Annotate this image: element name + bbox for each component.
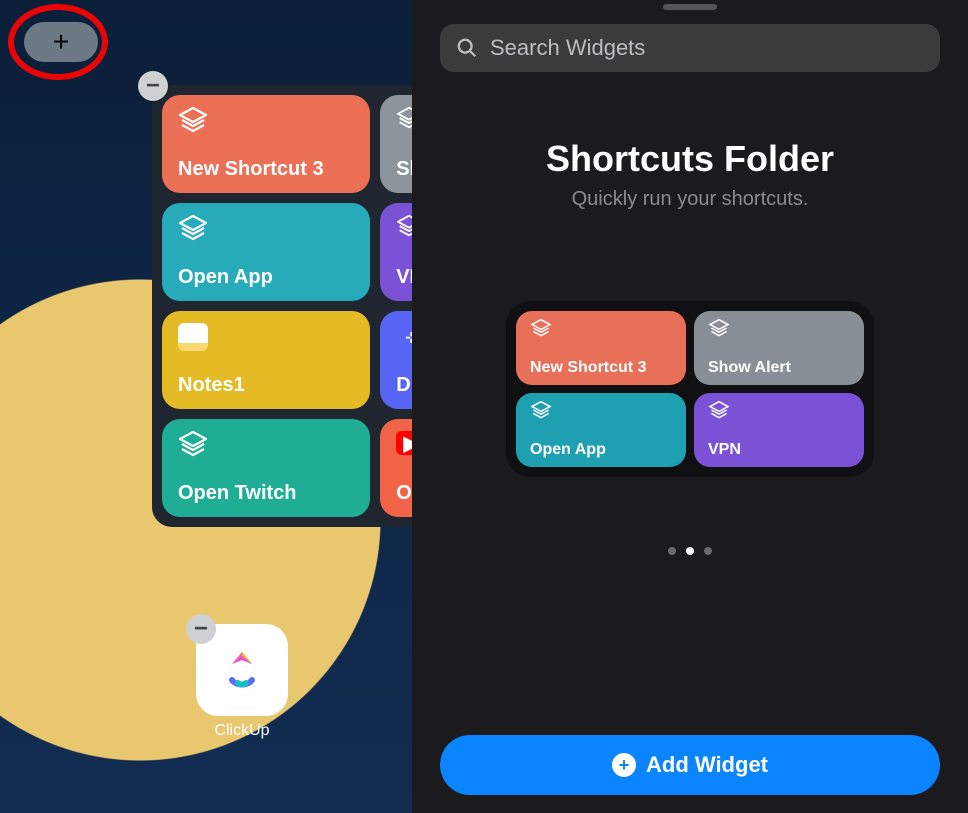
preview-label: VPN (708, 441, 850, 459)
layers-icon (178, 431, 354, 457)
preview-tile: Open App (516, 393, 686, 467)
widget-preview[interactable]: New Shortcut 3 Show Alert Open App VP (506, 301, 874, 477)
page-dot[interactable] (704, 547, 712, 555)
shortcut-label: Op (396, 482, 412, 505)
shortcut-tile[interactable]: VP (380, 203, 412, 301)
discord-icon: ⊹ (396, 323, 412, 351)
shortcut-label: Sh (396, 158, 412, 181)
shortcut-label: Di (396, 374, 412, 397)
remove-app-button[interactable]: − (186, 614, 216, 644)
layers-icon (530, 401, 672, 419)
gallery-title: Shortcuts Folder (440, 138, 940, 180)
shortcut-label: New Shortcut 3 (178, 158, 354, 181)
youtube-icon: ▶ (396, 431, 412, 455)
shortcut-tile[interactable]: New Shortcut 3 (162, 95, 370, 193)
shortcut-label: VP (396, 266, 412, 289)
layers-icon (708, 319, 850, 337)
search-input[interactable]: Search Widgets (440, 24, 940, 72)
page-indicator[interactable] (440, 547, 940, 555)
add-widget-button[interactable]: + Add Widget (440, 735, 940, 795)
shortcut-tile[interactable]: Open Twitch (162, 419, 370, 517)
shortcut-tile[interactable]: Notes1 (162, 311, 370, 409)
preview-label: New Shortcut 3 (530, 359, 672, 377)
layers-icon (530, 319, 672, 337)
layers-icon (396, 107, 412, 129)
search-placeholder: Search Widgets (490, 35, 645, 61)
home-screen-edit-mode: + − New Shortcut 3 Sh (0, 0, 412, 813)
preview-label: Show Alert (708, 359, 850, 377)
app-icon-clickup[interactable]: − (196, 624, 288, 716)
preview-tile: New Shortcut 3 (516, 311, 686, 385)
gallery-subtitle: Quickly run your shortcuts. (440, 188, 940, 211)
shortcuts-widget[interactable]: New Shortcut 3 Sh Open App (152, 85, 412, 527)
shortcut-label: Notes1 (178, 374, 354, 397)
shortcut-label: Open Twitch (178, 482, 354, 505)
shortcut-tile[interactable]: ▶ Op (380, 419, 412, 517)
shortcut-tile[interactable]: Sh (380, 95, 412, 193)
layers-icon (708, 401, 850, 419)
layers-icon (396, 215, 412, 237)
shortcut-tile[interactable]: Open App (162, 203, 370, 301)
plus-icon: + (53, 26, 69, 58)
add-widget-pill[interactable]: + (24, 22, 98, 62)
shortcut-label: Open App (178, 266, 354, 289)
app-label: ClickUp (196, 722, 288, 740)
page-dot-active[interactable] (686, 547, 694, 555)
sheet-grabber[interactable] (663, 4, 717, 10)
add-widget-label: Add Widget (646, 752, 768, 778)
shortcut-tile[interactable]: ⊹ Di (380, 311, 412, 409)
preview-label: Open App (530, 441, 672, 459)
search-icon (456, 37, 478, 59)
app-icon-container: − ClickUp (196, 624, 288, 740)
layers-icon (178, 107, 354, 133)
page-dot[interactable] (668, 547, 676, 555)
widget-gallery-sheet: Search Widgets Shortcuts Folder Quickly … (412, 0, 968, 813)
plus-circle-icon: + (612, 753, 636, 777)
minus-icon: − (146, 72, 160, 100)
minus-icon: − (194, 615, 208, 643)
layers-icon (178, 215, 354, 241)
preview-tile: Show Alert (694, 311, 864, 385)
clickup-logo-icon (218, 646, 266, 694)
notes-icon (178, 323, 354, 351)
remove-widget-button[interactable]: − (138, 71, 168, 101)
preview-tile: VPN (694, 393, 864, 467)
